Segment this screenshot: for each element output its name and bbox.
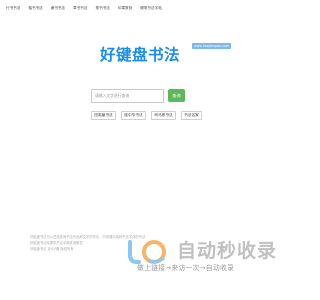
- style-button-simayan[interactable]: 司马彦书法: [151, 111, 176, 120]
- watermark-slogan: 做上链接→来访一次→自动收录: [137, 264, 235, 272]
- site-title: 好键盘书法: [100, 46, 181, 64]
- style-buttons: 田英章书法 庞中华书法 司马彦书法 书法名家: [91, 111, 207, 120]
- nav-item-lishu[interactable]: 隶书书法: [51, 6, 65, 11]
- nav-item-seal[interactable]: 印章篆刻: [118, 6, 132, 11]
- watermark: 自动秒收录 做上链接→来访一次→自动收录: [126, 236, 284, 276]
- nav-item-caoshu[interactable]: 草书书法: [73, 6, 87, 11]
- nav-item-xingshu[interactable]: 行书书法: [6, 6, 20, 11]
- nav-item-zhuanshu[interactable]: 篆书书法: [96, 6, 110, 11]
- top-nav: 行书书法 楷书书法 隶书书法 草书书法 篆书书法 印章篆刻 硬笔书法字帖: [2, 3, 298, 13]
- style-button-masters[interactable]: 书法名家: [181, 111, 202, 120]
- style-button-tianyingzhang[interactable]: 田英章书法: [91, 111, 116, 120]
- watermark-text: 自动秒收录: [177, 240, 278, 262]
- domain-badge: www.haojianpan.com: [192, 43, 232, 49]
- brand-header: 好键盘书法 www.haojianpan.com: [0, 43, 300, 65]
- nav-item-kaishu[interactable]: 楷书书法: [28, 6, 42, 11]
- search-button[interactable]: 查询: [168, 89, 185, 102]
- style-button-pangzhonghua[interactable]: 庞中华书法: [121, 111, 146, 120]
- search-bar: 查询: [91, 88, 185, 103]
- search-input[interactable]: [91, 88, 164, 103]
- nav-item-hardpen[interactable]: 硬笔书法字帖: [140, 6, 162, 11]
